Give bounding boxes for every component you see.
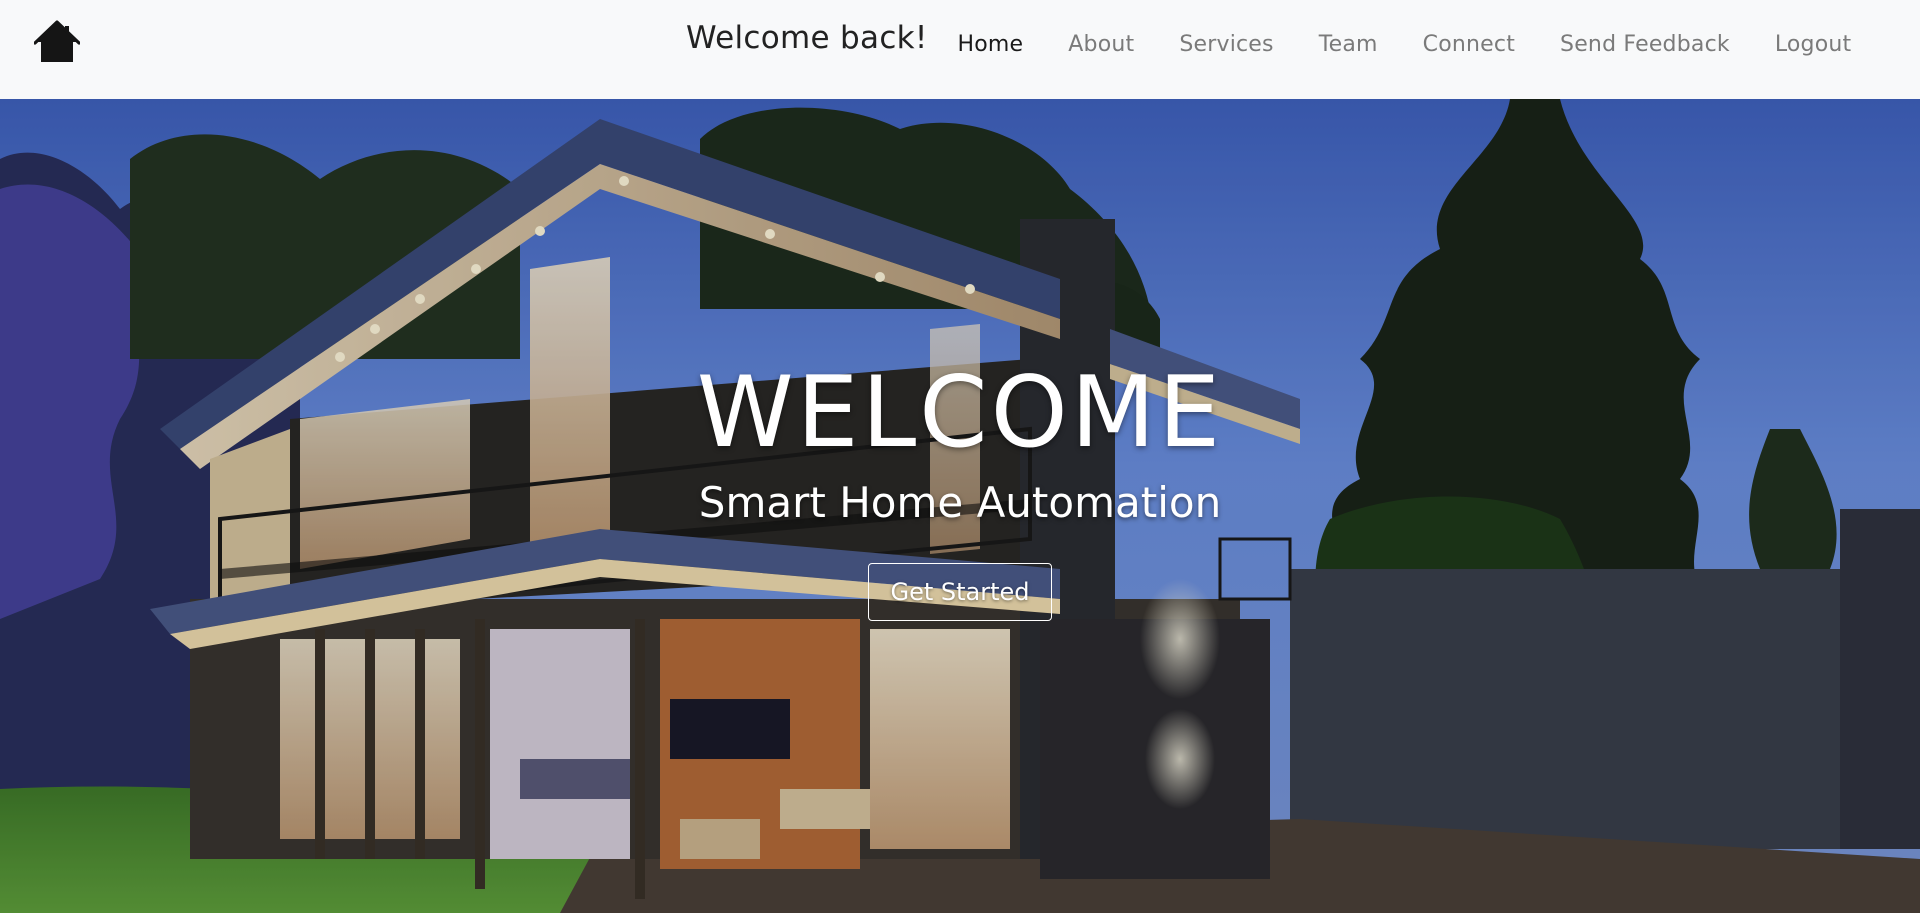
nav-links: Home About Services Team Connect Send Fe… bbox=[935, 32, 1874, 57]
hero-section: WELCOME Smart Home Automation Get Starte… bbox=[0, 99, 1920, 913]
nav-link-about[interactable]: About bbox=[1046, 32, 1157, 57]
hero-title: WELCOME bbox=[696, 356, 1224, 470]
nav-link-connect[interactable]: Connect bbox=[1400, 32, 1537, 57]
get-started-button[interactable]: Get Started bbox=[868, 563, 1052, 621]
hero-subtitle: Smart Home Automation bbox=[698, 478, 1222, 527]
nav-link-logout[interactable]: Logout bbox=[1752, 32, 1874, 57]
home-icon[interactable] bbox=[34, 20, 80, 66]
nav-link-home[interactable]: Home bbox=[935, 32, 1046, 57]
nav-link-services[interactable]: Services bbox=[1157, 32, 1296, 57]
welcome-greeting: Welcome back! bbox=[686, 20, 928, 56]
nav-link-team[interactable]: Team bbox=[1296, 32, 1400, 57]
top-navbar: Welcome back! Home About Services Team C… bbox=[0, 0, 1920, 99]
nav-link-send-feedback[interactable]: Send Feedback bbox=[1538, 32, 1753, 57]
